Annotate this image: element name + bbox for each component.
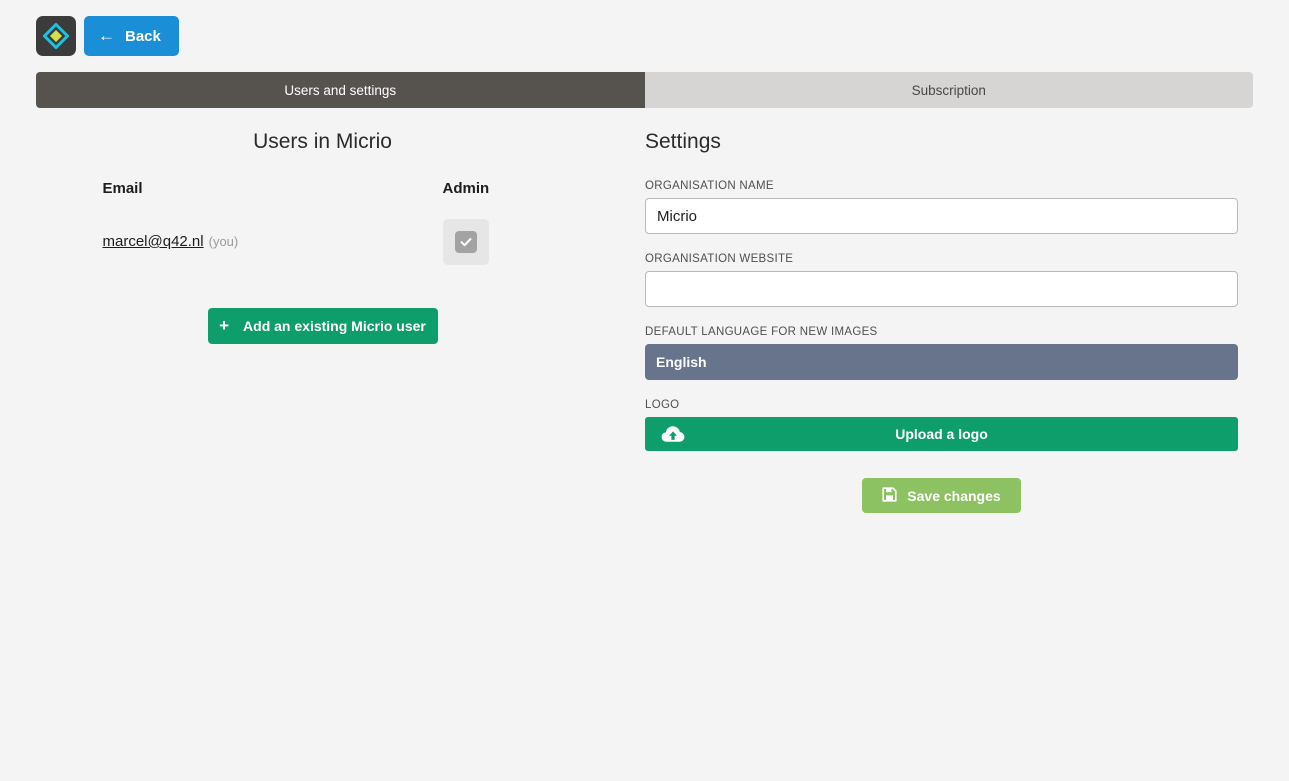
organisation-website-input[interactable] — [645, 271, 1238, 307]
logo-field: LOGO Upload a logo — [645, 399, 1237, 451]
user-email-link[interactable]: marcel@q42.nl — [103, 233, 204, 250]
add-existing-micrio-user-button[interactable]: + Add an existing Micrio user — [208, 308, 438, 344]
tab-subscription-label: Subscription — [912, 83, 986, 98]
column-header-email: Email — [103, 180, 443, 219]
back-button[interactable]: ← Back — [84, 16, 179, 56]
organisation-name-field: ORGANISATION NAME — [645, 180, 1237, 234]
arrow-left-icon: ← — [98, 27, 115, 44]
save-disk-icon — [882, 487, 897, 505]
logo-label: LOGO — [645, 399, 1237, 411]
table-row: marcel@q42.nl (you) — [103, 219, 543, 265]
tab-users-and-settings[interactable]: Users and settings — [36, 72, 645, 108]
save-changes-button-label: Save changes — [907, 488, 1000, 504]
users-table: Email Admin marcel@q42.nl (you) — [103, 180, 543, 265]
plus-icon: + — [219, 317, 229, 334]
micrio-diamond-logo[interactable] — [36, 16, 76, 56]
cloud-upload-icon — [661, 425, 685, 444]
save-row: Save changes — [645, 478, 1238, 513]
organisation-name-input[interactable] — [645, 198, 1238, 234]
organisation-website-field: ORGANISATION WEBSITE — [645, 253, 1237, 307]
add-user-button-label: Add an existing Micrio user — [243, 318, 426, 334]
tab-subscription[interactable]: Subscription — [645, 72, 1254, 108]
default-language-value: English — [656, 354, 707, 370]
settings-panel-title: Settings — [645, 130, 1237, 154]
tab-bar: Users and settings Subscription — [36, 72, 1253, 108]
back-button-label: Back — [125, 28, 161, 45]
user-admin-cell — [443, 219, 543, 265]
user-email-cell: marcel@q42.nl (you) — [103, 219, 443, 265]
column-header-admin: Admin — [443, 180, 543, 219]
admin-checkbox-wrapper — [443, 219, 489, 265]
default-language-select[interactable]: English — [645, 344, 1238, 380]
organisation-name-label: ORGANISATION NAME — [645, 180, 1237, 192]
top-bar: ← Back — [36, 16, 179, 56]
organisation-website-label: ORGANISATION WEBSITE — [645, 253, 1237, 265]
users-panel-title: Users in Micrio — [36, 130, 609, 154]
admin-checkbox — [455, 231, 477, 253]
upload-logo-button[interactable]: Upload a logo — [645, 417, 1238, 451]
upload-logo-button-label: Upload a logo — [895, 426, 988, 442]
save-changes-button[interactable]: Save changes — [862, 478, 1020, 513]
tab-users-and-settings-label: Users and settings — [284, 83, 396, 98]
check-icon — [459, 235, 473, 249]
settings-panel: Settings ORGANISATION NAME ORGANISATION … — [645, 130, 1289, 513]
default-language-field: DEFAULT LANGUAGE FOR NEW IMAGES English — [645, 326, 1237, 380]
users-panel: Users in Micrio Email Admin marcel@q42.n… — [0, 130, 645, 513]
diamond-icon — [43, 23, 69, 49]
content-columns: Users in Micrio Email Admin marcel@q42.n… — [0, 130, 1289, 513]
default-language-label: DEFAULT LANGUAGE FOR NEW IMAGES — [645, 326, 1237, 338]
users-table-header-row: Email Admin — [103, 180, 543, 219]
user-you-tag: (you) — [209, 234, 239, 249]
